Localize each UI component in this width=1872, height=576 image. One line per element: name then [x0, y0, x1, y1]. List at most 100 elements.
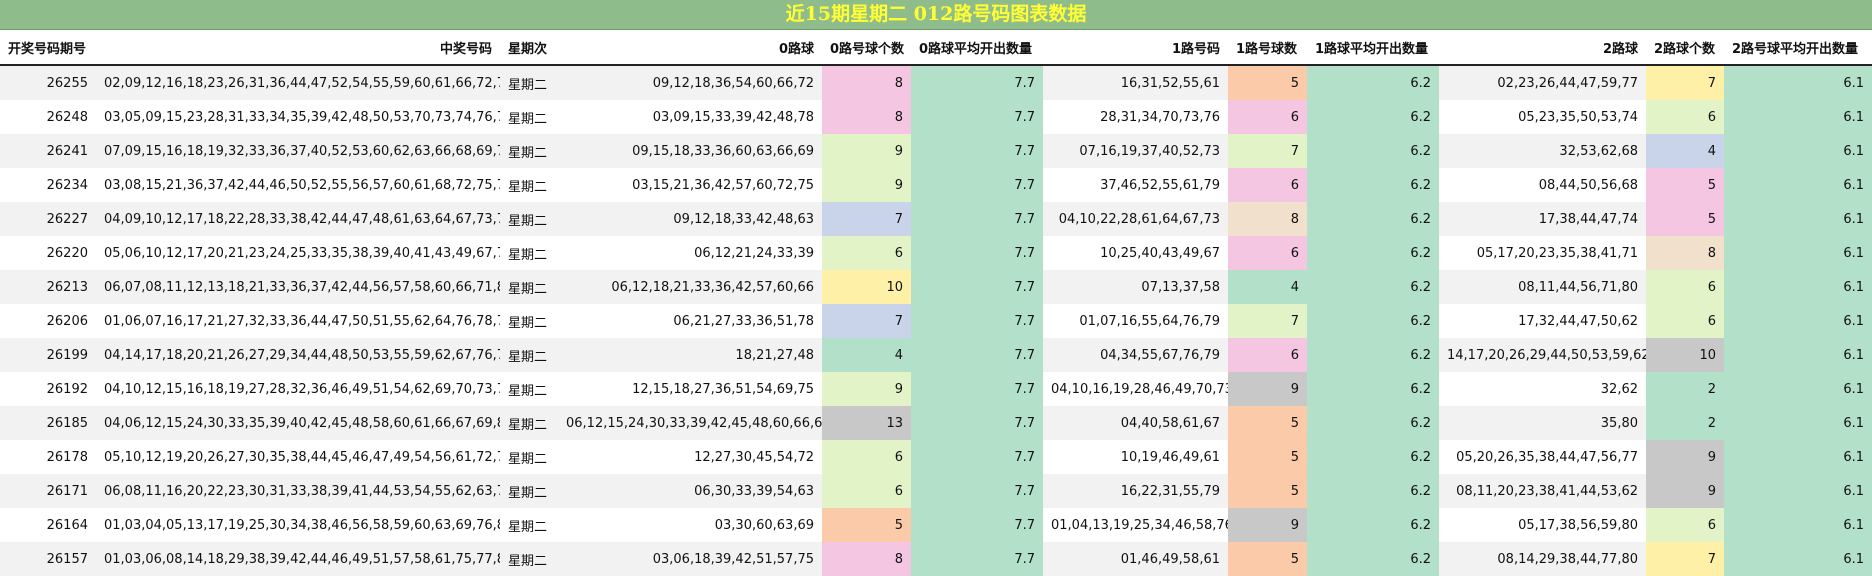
cell-weekday: 星期二 — [500, 168, 558, 202]
cell-route2-avg: 6.1 — [1724, 168, 1872, 202]
cell-route1-avg: 6.2 — [1307, 100, 1439, 134]
cell-winning-numbers: 06,07,08,11,12,13,18,21,33,36,37,42,44,5… — [96, 270, 500, 304]
cell-route0-balls: 06,30,33,39,54,63 — [558, 474, 822, 508]
cell-route1-count: 7 — [1228, 134, 1307, 168]
cell-route2-balls: 14,17,20,26,29,44,50,53,59,62 — [1439, 338, 1646, 372]
cell-route0-count: 4 — [822, 338, 911, 372]
header-issue: 开奖号码期号 — [0, 30, 96, 66]
cell-route0-balls: 12,27,30,45,54,72 — [558, 440, 822, 474]
cell-route1-avg: 6.2 — [1307, 440, 1439, 474]
table-row: 26157 01,03,06,08,14,18,29,38,39,42,44,46… — [0, 542, 1872, 576]
cell-winning-numbers: 04,06,12,15,24,30,33,35,39,40,42,45,48,5… — [96, 406, 500, 440]
cell-issue: 26234 — [0, 168, 96, 202]
cell-route0-balls: 06,12,15,24,30,33,39,42,45,48,60,66,69 — [558, 406, 822, 440]
cell-route0-count: 9 — [822, 168, 911, 202]
cell-route0-count: 6 — [822, 440, 911, 474]
cell-route1-balls: 10,19,46,49,61 — [1043, 440, 1228, 474]
cell-route1-avg: 6.2 — [1307, 168, 1439, 202]
cell-route0-avg: 7.7 — [911, 338, 1043, 372]
cell-weekday: 星期二 — [500, 100, 558, 134]
cell-route0-avg: 7.7 — [911, 440, 1043, 474]
cell-route0-avg: 7.7 — [911, 236, 1043, 270]
cell-route1-balls: 16,22,31,55,79 — [1043, 474, 1228, 508]
cell-route0-count: 5 — [822, 508, 911, 542]
cell-route0-balls: 18,21,27,48 — [558, 338, 822, 372]
cell-route0-avg: 7.7 — [911, 65, 1043, 100]
cell-winning-numbers: 06,08,11,16,20,22,23,30,31,33,38,39,41,4… — [96, 474, 500, 508]
cell-route1-balls: 37,46,52,55,61,79 — [1043, 168, 1228, 202]
cell-route0-count: 13 — [822, 406, 911, 440]
table-row: 26255 02,09,12,16,18,23,26,31,36,44,47,52… — [0, 65, 1872, 100]
cell-winning-numbers: 04,10,12,15,16,18,19,27,28,32,36,46,49,5… — [96, 372, 500, 406]
cell-route1-count: 7 — [1228, 304, 1307, 338]
cell-weekday: 星期二 — [500, 202, 558, 236]
cell-route1-balls: 04,40,58,61,67 — [1043, 406, 1228, 440]
cell-route2-count: 6 — [1646, 508, 1724, 542]
cell-route2-avg: 6.1 — [1724, 474, 1872, 508]
cell-route1-avg: 6.2 — [1307, 474, 1439, 508]
cell-route2-avg: 6.1 — [1724, 270, 1872, 304]
cell-winning-numbers: 04,09,10,12,17,18,22,28,33,38,42,44,47,4… — [96, 202, 500, 236]
header-winning-numbers: 中奖号码 — [96, 30, 500, 66]
cell-route2-balls: 08,14,29,38,44,77,80 — [1439, 542, 1646, 576]
header-route2-count: 2路球个数 — [1646, 30, 1724, 66]
cell-route0-balls: 03,30,60,63,69 — [558, 508, 822, 542]
cell-issue: 26248 — [0, 100, 96, 134]
cell-issue: 26164 — [0, 508, 96, 542]
cell-route1-count: 5 — [1228, 542, 1307, 576]
cell-route0-avg: 7.7 — [911, 168, 1043, 202]
cell-route0-balls: 03,09,15,33,39,42,48,78 — [558, 100, 822, 134]
cell-route0-count: 6 — [822, 474, 911, 508]
cell-route2-avg: 6.1 — [1724, 304, 1872, 338]
table-row: 26234 03,08,15,21,36,37,42,44,46,50,52,55… — [0, 168, 1872, 202]
cell-route2-avg: 6.1 — [1724, 542, 1872, 576]
cell-route0-count: 8 — [822, 65, 911, 100]
cell-route2-avg: 6.1 — [1724, 440, 1872, 474]
cell-route2-balls: 05,17,20,23,35,38,41,71 — [1439, 236, 1646, 270]
cell-route0-balls: 03,15,21,36,42,57,60,72,75 — [558, 168, 822, 202]
table-row: 26213 06,07,08,11,12,13,18,21,33,36,37,42… — [0, 270, 1872, 304]
cell-route1-avg: 6.2 — [1307, 65, 1439, 100]
header-route1-count: 1路号球数 — [1228, 30, 1307, 66]
cell-winning-numbers: 01,03,04,05,13,17,19,25,30,34,38,46,56,5… — [96, 508, 500, 542]
cell-route1-avg: 6.2 — [1307, 372, 1439, 406]
cell-winning-numbers: 07,09,15,16,18,19,32,33,36,37,40,52,53,6… — [96, 134, 500, 168]
cell-route0-balls: 03,06,18,39,42,51,57,75 — [558, 542, 822, 576]
cell-route1-avg: 6.2 — [1307, 542, 1439, 576]
cell-route2-count: 6 — [1646, 270, 1724, 304]
cell-route1-balls: 04,10,16,19,28,46,49,70,73 — [1043, 372, 1228, 406]
cell-route2-count: 7 — [1646, 542, 1724, 576]
cell-issue: 26171 — [0, 474, 96, 508]
cell-route0-balls: 06,12,21,24,33,39 — [558, 236, 822, 270]
cell-route0-avg: 7.7 — [911, 304, 1043, 338]
cell-route0-count: 6 — [822, 236, 911, 270]
cell-route2-balls: 05,20,26,35,38,44,47,56,77 — [1439, 440, 1646, 474]
table-row: 26192 04,10,12,15,16,18,19,27,28,32,36,46… — [0, 372, 1872, 406]
cell-route2-balls: 17,32,44,47,50,62 — [1439, 304, 1646, 338]
cell-weekday: 星期二 — [500, 270, 558, 304]
header-route0-balls: 0路球 — [558, 30, 822, 66]
cell-route1-count: 9 — [1228, 372, 1307, 406]
cell-route0-avg: 7.7 — [911, 474, 1043, 508]
cell-weekday: 星期二 — [500, 440, 558, 474]
cell-weekday: 星期二 — [500, 236, 558, 270]
cell-route1-count: 4 — [1228, 270, 1307, 304]
cell-route0-avg: 7.7 — [911, 202, 1043, 236]
header-route1-avg: 1路球平均开出数量 — [1307, 30, 1439, 66]
cell-route0-avg: 7.7 — [911, 100, 1043, 134]
cell-route1-count: 6 — [1228, 338, 1307, 372]
cell-winning-numbers: 01,03,06,08,14,18,29,38,39,42,44,46,49,5… — [96, 542, 500, 576]
table-row: 26178 05,10,12,19,20,26,27,30,35,38,44,45… — [0, 440, 1872, 474]
cell-winning-numbers: 01,06,07,16,17,21,27,32,33,36,44,47,50,5… — [96, 304, 500, 338]
cell-route0-count: 7 — [822, 202, 911, 236]
cell-weekday: 星期二 — [500, 508, 558, 542]
cell-route0-avg: 7.7 — [911, 270, 1043, 304]
cell-issue: 26241 — [0, 134, 96, 168]
sheet-title: 近15期星期二 012路号码图表数据 — [0, 0, 1872, 30]
cell-route2-balls: 02,23,26,44,47,59,77 — [1439, 65, 1646, 100]
cell-route0-avg: 7.7 — [911, 406, 1043, 440]
table-row: 26241 07,09,15,16,18,19,32,33,36,37,40,52… — [0, 134, 1872, 168]
header-row: 开奖号码期号 中奖号码 星期次 0路球 0路号球个数 0路球平均开出数量 1路号… — [0, 30, 1872, 66]
cell-route0-count: 9 — [822, 134, 911, 168]
table-row: 26206 01,06,07,16,17,21,27,32,33,36,44,47… — [0, 304, 1872, 338]
